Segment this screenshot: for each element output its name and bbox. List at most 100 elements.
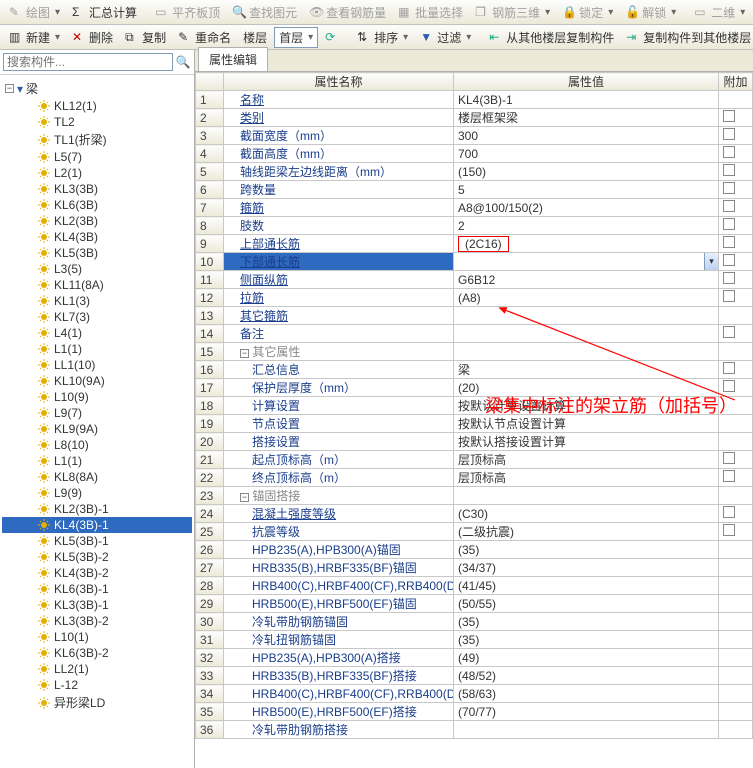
- sum-btn[interactable]: Σ汇总计算: [67, 2, 142, 23]
- prop-value[interactable]: 层顶标高: [454, 469, 719, 487]
- checkbox[interactable]: [723, 254, 735, 266]
- checkbox[interactable]: [723, 110, 735, 122]
- table-row[interactable]: 27HRB335(B),HRBF335(BF)锚固(34/37): [196, 559, 753, 577]
- tree-item[interactable]: KL3(3B)-2: [2, 613, 192, 629]
- prop-add[interactable]: [719, 199, 753, 217]
- table-row[interactable]: 9上部通长筋(2C16): [196, 235, 753, 253]
- table-row[interactable]: 4截面高度（mm）700: [196, 145, 753, 163]
- prop-add[interactable]: [719, 307, 753, 325]
- prop-value[interactable]: 按默认搭接设置计算: [454, 433, 719, 451]
- prop-value[interactable]: (150): [454, 163, 719, 181]
- table-row[interactable]: 3截面宽度（mm）300: [196, 127, 753, 145]
- prop-add[interactable]: [719, 613, 753, 631]
- copy-btn[interactable]: ⧉复制: [120, 27, 171, 48]
- 2d-btn[interactable]: ▭二维▾: [689, 2, 750, 23]
- collapse-icon[interactable]: −: [5, 84, 14, 93]
- table-row[interactable]: 10下部通长筋▾: [196, 253, 753, 271]
- tree-item[interactable]: LL2(1): [2, 661, 192, 677]
- tree-item[interactable]: L8(10): [2, 437, 192, 453]
- tree-item[interactable]: KL5(3B)-1: [2, 533, 192, 549]
- search-go-icon[interactable]: 🔍: [175, 54, 191, 70]
- prop-value[interactable]: (49): [454, 649, 719, 667]
- tree-item[interactable]: L10(1): [2, 629, 192, 645]
- tree-item[interactable]: KL4(3B)-2: [2, 565, 192, 581]
- tree-item[interactable]: L1(1): [2, 341, 192, 357]
- prop-add[interactable]: [719, 325, 753, 343]
- tree-item[interactable]: KL6(3B)-2: [2, 645, 192, 661]
- tree-item[interactable]: KL4(3B): [2, 229, 192, 245]
- table-row[interactable]: 2类别楼层框架梁: [196, 109, 753, 127]
- prop-value[interactable]: (34/37): [454, 559, 719, 577]
- prop-add[interactable]: [719, 505, 753, 523]
- table-row[interactable]: 15− 其它属性: [196, 343, 753, 361]
- prop-value[interactable]: A8@100/150(2): [454, 199, 719, 217]
- tree-item[interactable]: KL12(1): [2, 98, 192, 114]
- prop-value[interactable]: ▾: [454, 253, 719, 271]
- prop-value[interactable]: 2: [454, 217, 719, 235]
- prop-value[interactable]: 按默认节点设置计算: [454, 415, 719, 433]
- checkbox[interactable]: [723, 452, 735, 464]
- prop-value[interactable]: (2C16): [454, 235, 719, 253]
- table-row[interactable]: 5轴线距梁左边线距离（mm）(150): [196, 163, 753, 181]
- filter-btn[interactable]: ▼过滤▾: [415, 27, 476, 48]
- tree-root[interactable]: − ▾ 梁: [2, 79, 192, 98]
- table-row[interactable]: 13其它箍筋: [196, 307, 753, 325]
- prop-value[interactable]: (35): [454, 541, 719, 559]
- checkbox[interactable]: [723, 146, 735, 158]
- tree-item[interactable]: KL2(3B): [2, 213, 192, 229]
- tree-item[interactable]: KL3(3B): [2, 181, 192, 197]
- component-tree[interactable]: − ▾ 梁 KL12(1)TL2TL1(折梁)L5(7)L2(1)KL3(3B)…: [0, 75, 194, 768]
- prop-add[interactable]: [719, 127, 753, 145]
- prop-add[interactable]: [719, 235, 753, 253]
- table-row[interactable]: 34HRB400(C),HRBF400(CF),RRB400(D)搭接(58/6…: [196, 685, 753, 703]
- tree-item[interactable]: KL11(8A): [2, 277, 192, 293]
- table-row[interactable]: 18计算设置按默认计算设置计算: [196, 397, 753, 415]
- tree-item[interactable]: L2(1): [2, 165, 192, 181]
- prop-add[interactable]: [719, 559, 753, 577]
- tree-item[interactable]: KL5(3B): [2, 245, 192, 261]
- tree-item[interactable]: KL7(3): [2, 309, 192, 325]
- checkbox[interactable]: [723, 128, 735, 140]
- table-row[interactable]: 16汇总信息梁: [196, 361, 753, 379]
- prop-add[interactable]: [719, 415, 753, 433]
- tree-item[interactable]: TL1(折梁): [2, 130, 192, 149]
- prop-add[interactable]: [719, 721, 753, 739]
- search-input[interactable]: [3, 53, 173, 71]
- tree-item[interactable]: L3(5): [2, 261, 192, 277]
- prop-value[interactable]: 300: [454, 127, 719, 145]
- prop-add[interactable]: [719, 271, 753, 289]
- tree-item[interactable]: L-12: [2, 677, 192, 693]
- prop-value[interactable]: 5: [454, 181, 719, 199]
- prop-group[interactable]: − 其它属性: [224, 343, 454, 361]
- table-row[interactable]: 23− 锚固搭接: [196, 487, 753, 505]
- tree-item[interactable]: KL2(3B)-1: [2, 501, 192, 517]
- checkbox[interactable]: [723, 326, 735, 338]
- prop-add[interactable]: [719, 145, 753, 163]
- prop-add[interactable]: [719, 649, 753, 667]
- checkbox[interactable]: [723, 524, 735, 536]
- table-row[interactable]: 35HRB500(E),HRBF500(EF)搭接(70/77): [196, 703, 753, 721]
- combo-arrow-icon[interactable]: ▾: [704, 253, 718, 270]
- tree-item[interactable]: L4(1): [2, 325, 192, 341]
- tree-item[interactable]: KL8(8A): [2, 469, 192, 485]
- tree-item[interactable]: L10(9): [2, 389, 192, 405]
- tree-item[interactable]: LL1(10): [2, 357, 192, 373]
- unlock-btn[interactable]: 🔓解锁▾: [620, 2, 681, 23]
- prop-value[interactable]: (50/55): [454, 595, 719, 613]
- copyfrom-btn[interactable]: ⇤从其他楼层复制构件: [484, 27, 619, 48]
- rebar3d-btn[interactable]: ❒钢筋三维▾: [470, 2, 555, 23]
- checkbox[interactable]: [723, 470, 735, 482]
- table-row[interactable]: 14备注: [196, 325, 753, 343]
- prop-value[interactable]: [454, 307, 719, 325]
- prop-value[interactable]: 梁: [454, 361, 719, 379]
- checkbox[interactable]: [723, 200, 735, 212]
- tree-item[interactable]: 异形梁LD: [2, 693, 192, 712]
- checkbox[interactable]: [723, 290, 735, 302]
- checkbox[interactable]: [723, 506, 735, 518]
- prop-add[interactable]: [719, 469, 753, 487]
- prop-add[interactable]: [719, 703, 753, 721]
- copyto-btn[interactable]: ⇥复制构件到其他楼层: [621, 27, 753, 48]
- prop-value[interactable]: (41/45): [454, 577, 719, 595]
- rename-btn[interactable]: ✎重命名: [173, 27, 236, 48]
- tree-item[interactable]: KL5(3B)-2: [2, 549, 192, 565]
